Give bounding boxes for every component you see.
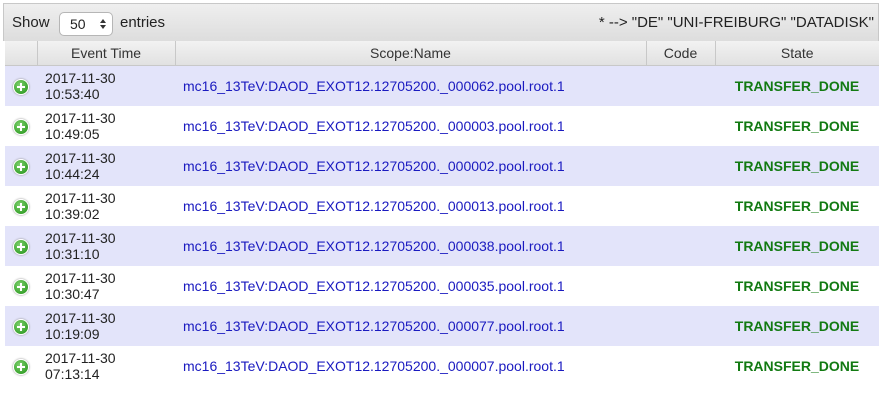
event-time: 10:39:02 (45, 206, 100, 222)
event-time: 10:49:05 (45, 126, 100, 142)
code-cell (646, 106, 715, 146)
event-time: 10:53:40 (45, 86, 100, 102)
expand-cell (5, 226, 37, 266)
event-time-cell: 2017-11-30 10:19:09 (37, 306, 175, 346)
event-date: 2017-11-30 (45, 110, 116, 126)
event-date: 2017-11-30 (45, 230, 116, 246)
file-link[interactable]: mc16_13TeV:DAOD_EXOT12.12705200._000035.… (183, 278, 565, 294)
entries-per-page-value: 50 (70, 16, 86, 32)
scope-name-cell: mc16_13TeV:DAOD_EXOT12.12705200._000062.… (175, 65, 646, 106)
plus-circle-icon[interactable] (13, 118, 29, 135)
file-link[interactable]: mc16_13TeV:DAOD_EXOT12.12705200._000077.… (183, 318, 565, 334)
header-state[interactable]: State (715, 41, 879, 66)
code-cell (646, 186, 715, 226)
event-time-cell: 2017-11-30 10:30:47 (37, 266, 175, 306)
expand-cell (5, 146, 37, 186)
plus-circle-icon[interactable] (13, 238, 29, 255)
expand-cell (5, 306, 37, 346)
scope-name-cell: mc16_13TeV:DAOD_EXOT12.12705200._000035.… (175, 266, 646, 306)
code-cell (646, 306, 715, 346)
table-body: 2017-11-30 10:53:40 mc16_13TeV:DAOD_EXOT1… (5, 65, 879, 386)
event-date: 2017-11-30 (45, 70, 116, 86)
event-time: 10:19:09 (45, 326, 100, 342)
code-cell (646, 346, 715, 386)
file-link[interactable]: mc16_13TeV:DAOD_EXOT12.12705200._000013.… (183, 198, 565, 214)
table-header-row: Event Time Scope:Name Code State (5, 41, 879, 66)
plus-circle-icon[interactable] (13, 358, 29, 375)
scope-name-cell: mc16_13TeV:DAOD_EXOT12.12705200._000013.… (175, 186, 646, 226)
event-time-cell: 2017-11-30 10:31:10 (37, 226, 175, 266)
header-expand (5, 41, 38, 66)
scope-name-cell: mc16_13TeV:DAOD_EXOT12.12705200._000038.… (175, 226, 646, 266)
event-time: 10:30:47 (45, 286, 100, 302)
table-row: 2017-11-30 10:39:02 mc16_13TeV:DAOD_EXOT1… (5, 186, 879, 226)
plus-circle-icon[interactable] (13, 78, 29, 95)
file-link[interactable]: mc16_13TeV:DAOD_EXOT12.12705200._000038.… (183, 238, 565, 254)
expand-cell (5, 186, 37, 226)
state-cell: TRANSFER_DONE (715, 186, 879, 226)
scope-name-cell: mc16_13TeV:DAOD_EXOT12.12705200._000002.… (175, 146, 646, 186)
event-date: 2017-11-30 (45, 270, 116, 286)
expand-cell (5, 106, 37, 146)
state-cell: TRANSFER_DONE (715, 346, 879, 386)
event-time-cell: 2017-11-30 07:13:14 (37, 346, 175, 386)
event-time: 10:31:10 (45, 246, 100, 262)
scope-name-cell: mc16_13TeV:DAOD_EXOT12.12705200._000003.… (175, 106, 646, 146)
header-code[interactable]: Code (646, 41, 716, 66)
show-label: Show (12, 14, 50, 31)
state-cell: TRANSFER_DONE (715, 106, 879, 146)
state-cell: TRANSFER_DONE (715, 266, 879, 306)
expand-cell (5, 266, 37, 306)
code-cell (646, 226, 715, 266)
plus-circle-icon[interactable] (13, 158, 29, 175)
event-time-cell: 2017-11-30 10:44:24 (37, 146, 175, 186)
event-time: 10:44:24 (45, 166, 100, 182)
table-toolbar: Show 50 entries * --> "DE" "UNI-FREIBURG… (3, 3, 879, 41)
table-row: 2017-11-30 10:30:47 mc16_13TeV:DAOD_EXOT1… (5, 266, 879, 306)
table-row: 2017-11-30 10:53:40 mc16_13TeV:DAOD_EXOT1… (5, 65, 879, 106)
event-time-cell: 2017-11-30 10:49:05 (37, 106, 175, 146)
table-row: 2017-11-30 10:19:09 mc16_13TeV:DAOD_EXOT1… (5, 306, 879, 346)
plus-circle-icon[interactable] (13, 278, 29, 295)
expand-cell (5, 346, 37, 386)
entries-per-page-select[interactable]: 50 (59, 12, 113, 36)
state-cell: TRANSFER_DONE (715, 65, 879, 106)
table-row: 2017-11-30 10:44:24 mc16_13TeV:DAOD_EXOT1… (5, 146, 879, 186)
state-cell: TRANSFER_DONE (715, 306, 879, 346)
table-row: 2017-11-30 07:13:14 mc16_13TeV:DAOD_EXOT1… (5, 346, 879, 386)
code-cell (646, 146, 715, 186)
filter-description: * --> "DE" "UNI-FREIBURG" "DATADISK" (598, 14, 874, 31)
state-cell: TRANSFER_DONE (715, 226, 879, 266)
event-date: 2017-11-30 (45, 190, 116, 206)
file-link[interactable]: mc16_13TeV:DAOD_EXOT12.12705200._000002.… (183, 158, 565, 174)
code-cell (646, 266, 715, 306)
scope-name-cell: mc16_13TeV:DAOD_EXOT12.12705200._000077.… (175, 306, 646, 346)
table-row: 2017-11-30 10:31:10 mc16_13TeV:DAOD_EXOT1… (5, 226, 879, 266)
file-link[interactable]: mc16_13TeV:DAOD_EXOT12.12705200._000062.… (183, 78, 565, 94)
header-scope-name[interactable]: Scope:Name (175, 41, 647, 66)
event-date: 2017-11-30 (45, 150, 116, 166)
event-time-cell: 2017-11-30 10:39:02 (37, 186, 175, 226)
event-date: 2017-11-30 (45, 310, 116, 326)
code-cell (646, 65, 715, 106)
table-row: 2017-11-30 10:49:05 mc16_13TeV:DAOD_EXOT1… (5, 106, 879, 146)
up-down-arrows-icon (100, 19, 106, 29)
expand-cell (5, 65, 37, 106)
transfer-events-view: Show 50 entries * --> "DE" "UNI-FREIBURG… (0, 0, 879, 413)
file-link[interactable]: mc16_13TeV:DAOD_EXOT12.12705200._000007.… (183, 358, 565, 374)
entries-label: entries (120, 14, 166, 31)
file-link[interactable]: mc16_13TeV:DAOD_EXOT12.12705200._000003.… (183, 118, 565, 134)
event-time: 07:13:14 (45, 366, 100, 382)
scope-name-cell: mc16_13TeV:DAOD_EXOT12.12705200._000007.… (175, 346, 646, 386)
event-time-cell: 2017-11-30 10:53:40 (37, 65, 175, 106)
event-date: 2017-11-30 (45, 350, 116, 366)
plus-circle-icon[interactable] (13, 198, 29, 215)
state-cell: TRANSFER_DONE (715, 146, 879, 186)
plus-circle-icon[interactable] (13, 318, 29, 335)
events-table: Event Time Scope:Name Code State 2017-11… (5, 41, 879, 386)
header-event-time[interactable]: Event Time (37, 41, 176, 66)
